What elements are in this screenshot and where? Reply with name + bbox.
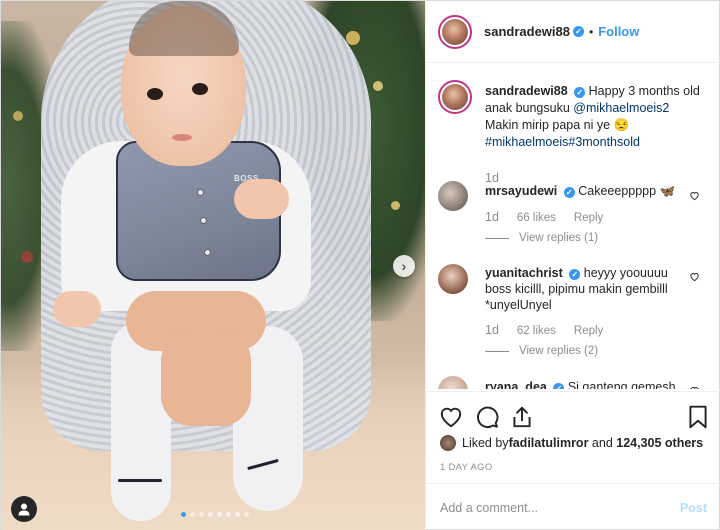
caption-username[interactable]: sandradewi88 — [485, 84, 568, 98]
liker-avatar[interactable] — [440, 435, 456, 451]
commenter-avatar[interactable] — [438, 376, 468, 389]
commenter-username[interactable]: yuanitachrist — [485, 266, 563, 280]
likes-conjunction: and — [588, 436, 617, 450]
carousel-dots — [181, 512, 249, 517]
post-side-panel: sandradewi88 ✓ • Follow sandradewi88 ✓ H… — [425, 1, 720, 530]
comment-item: ryana_dea ✓ Si ganteng gemesh — [438, 376, 718, 389]
comment-item: yuanitachrist ✓ heyyy yoouuuu boss kicil… — [438, 264, 718, 364]
add-comment-bar: Post — [426, 483, 720, 530]
comment-text: yuanitachrist ✓ heyyy yoouuuu boss kicil… — [485, 265, 685, 313]
likes-count[interactable]: 124,305 others — [616, 436, 703, 450]
carousel-dot[interactable] — [208, 512, 213, 517]
tagged-users-button[interactable] — [11, 496, 37, 522]
bookmark-icon[interactable] — [685, 404, 711, 430]
comment-item: mrsayudewi ✓ Cakeeeppppp 🦋 1d 66 likes R… — [438, 181, 718, 251]
comment-likes[interactable]: 66 likes — [517, 212, 556, 224]
verified-badge-icon: ✓ — [569, 269, 581, 280]
post-photo[interactable]: BOSS › — [1, 1, 425, 530]
reply-button[interactable]: Reply — [574, 212, 603, 224]
carousel-dot[interactable] — [226, 512, 231, 517]
commenter-username[interactable]: mrsayudewi — [485, 184, 557, 198]
caption-mention[interactable]: @mikhaelmoeis2 — [573, 101, 669, 115]
add-comment-input[interactable] — [440, 500, 670, 515]
commenter-username[interactable]: ryana_dea — [485, 380, 547, 389]
user-icon — [18, 503, 30, 516]
author-username[interactable]: sandradewi88 — [484, 24, 570, 39]
follow-button[interactable]: Follow — [598, 24, 639, 39]
carousel-dot[interactable] — [181, 512, 186, 517]
likes-prefix: Liked by — [462, 436, 509, 450]
heart-icon[interactable] — [689, 271, 700, 282]
verified-badge-icon: ✓ — [563, 187, 575, 198]
instagram-post: BOSS › sandradewi88 ✓ • Follow sandradew… — [0, 0, 720, 530]
chevron-right-icon: › — [401, 258, 407, 274]
carousel-dot[interactable] — [190, 512, 195, 517]
separator-dot: • — [589, 24, 594, 39]
post-comment-button[interactable]: Post — [680, 501, 707, 515]
comment-body: Cakeeeppppp 🦋 — [578, 184, 676, 198]
comment-meta: 1d 66 likes Reply — [485, 210, 603, 224]
liker-username[interactable]: fadilatulimror — [509, 436, 589, 450]
like-heart-icon[interactable] — [438, 404, 464, 430]
carousel-dot[interactable] — [199, 512, 204, 517]
verified-badge-icon: ✓ — [573, 26, 584, 37]
commenter-avatar[interactable] — [438, 181, 468, 211]
comment-time[interactable]: 1d — [485, 323, 499, 337]
comment-bubble-icon[interactable] — [474, 404, 500, 430]
carousel-dot[interactable] — [235, 512, 240, 517]
author-avatar[interactable] — [438, 14, 472, 49]
carousel-next-button[interactable]: › — [393, 255, 415, 277]
commenter-avatar[interactable] — [438, 264, 468, 294]
comment-text: mrsayudewi ✓ Cakeeeppppp 🦋 — [485, 183, 685, 199]
comment-meta: 1d 62 likes Reply — [485, 323, 603, 337]
view-replies-button[interactable]: View replies (2) — [485, 345, 598, 357]
share-icon[interactable] — [509, 404, 535, 430]
heart-icon[interactable] — [689, 385, 700, 389]
caption-avatar[interactable] — [438, 80, 472, 114]
view-replies-label: View replies (1) — [519, 232, 599, 244]
heart-icon[interactable] — [689, 190, 700, 201]
post-header: sandradewi88 ✓ • Follow — [426, 1, 720, 63]
reply-button[interactable]: Reply — [574, 325, 603, 337]
caption-body-2: Makin mirip papa ni ye 😒 — [485, 118, 630, 132]
action-bar — [426, 391, 720, 441]
carousel-dot[interactable] — [217, 512, 222, 517]
view-replies-button[interactable]: View replies (1) — [485, 232, 598, 244]
comment-likes[interactable]: 62 likes — [517, 325, 556, 337]
likes-summary: Liked by fadilatulimror and 124,305 othe… — [440, 435, 703, 451]
view-replies-label: View replies (2) — [519, 345, 599, 357]
caption-text: sandradewi88 ✓ Happy 3 months old anak b… — [485, 83, 713, 151]
caption-hashtags[interactable]: #mikhaelmoeis#3monthsold — [485, 135, 640, 149]
comment-body: Si ganteng gemesh — [567, 380, 676, 389]
post-time-ago[interactable]: 1 DAY AGO — [440, 462, 493, 473]
carousel-dot[interactable] — [244, 512, 249, 517]
comment-time[interactable]: 1d — [485, 210, 499, 224]
comment-text: ryana_dea ✓ Si ganteng gemesh — [485, 379, 695, 389]
verified-badge-icon: ✓ — [574, 87, 586, 98]
verified-badge-icon: ✓ — [553, 383, 565, 389]
comments-list[interactable]: sandradewi88 ✓ Happy 3 months old anak b… — [426, 64, 720, 389]
